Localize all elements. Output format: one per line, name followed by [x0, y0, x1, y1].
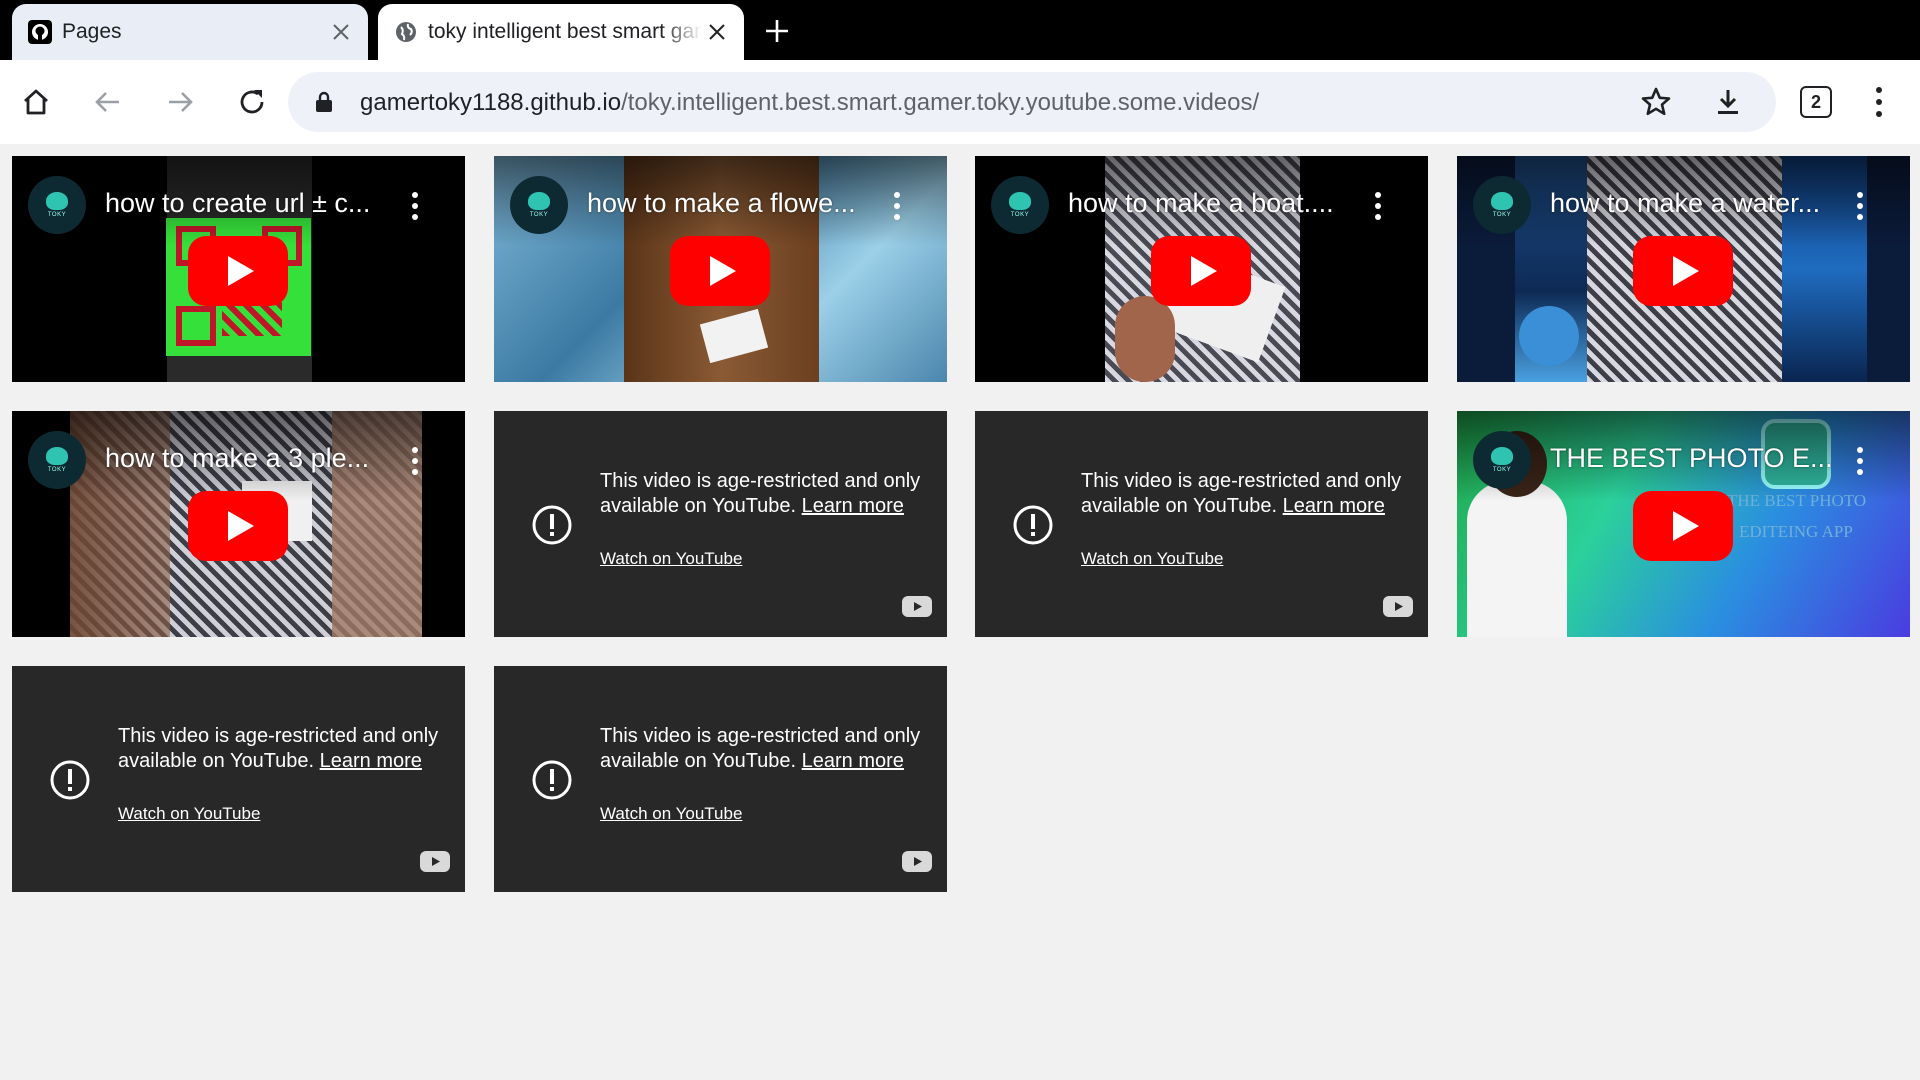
tab-videos[interactable]: toky intelligent best smart gamer toky y… — [378, 4, 744, 60]
url-host: gamertoky1188.github.io — [360, 89, 622, 116]
age-restricted-message: This video is age-restricted and only av… — [600, 469, 930, 519]
channel-avatar[interactable]: TOKY — [1473, 176, 1531, 234]
url-text[interactable]: gamertoky1188.github.io/toky.intelligent… — [360, 89, 1259, 117]
more-options-icon[interactable] — [893, 192, 901, 220]
warning-icon — [50, 760, 90, 800]
learn-more-link[interactable]: Learn more — [1283, 495, 1385, 517]
video-embed-4[interactable]: TOKY how to make a water... — [1457, 156, 1910, 382]
youtube-play-icon[interactable] — [1633, 491, 1733, 561]
video-embed-5[interactable]: TOKY how to make a 3 ple... — [12, 411, 465, 637]
forward-button[interactable] — [158, 80, 202, 124]
browser-menu-button[interactable] — [1864, 82, 1894, 122]
age-restricted-message: This video is age-restricted and only av… — [118, 724, 448, 774]
avatar-label: TOKY — [47, 467, 67, 473]
channel-avatar[interactable]: TOKY — [1473, 431, 1531, 489]
youtube-logo-icon[interactable] — [902, 851, 932, 872]
video-embed-8[interactable]: THE BEST PHOTO EDITEING APP TOKY THE BES… — [1457, 411, 1910, 637]
channel-avatar[interactable]: TOKY — [28, 176, 86, 234]
video-embed-1[interactable]: TOKY how to create url ± c... — [12, 156, 465, 382]
avatar-label: TOKY — [1492, 212, 1512, 218]
back-button[interactable] — [86, 80, 130, 124]
youtube-play-icon[interactable] — [1151, 236, 1251, 306]
video-title[interactable]: how to make a flowe... — [587, 188, 856, 219]
more-options-icon[interactable] — [1374, 192, 1382, 220]
download-icon[interactable] — [1712, 86, 1744, 118]
youtube-play-icon[interactable] — [188, 236, 288, 306]
tab-pages[interactable]: Pages — [12, 4, 368, 60]
channel-avatar[interactable]: TOKY — [991, 176, 1049, 234]
warning-icon — [532, 505, 572, 545]
learn-more-link[interactable]: Learn more — [802, 495, 904, 517]
warning-icon — [532, 760, 572, 800]
globe-icon — [394, 20, 418, 44]
video-embed-9[interactable]: This video is age-restricted and only av… — [12, 666, 465, 892]
watch-on-youtube-link[interactable]: Watch on YouTube — [118, 804, 260, 824]
watch-on-youtube-link[interactable]: Watch on YouTube — [600, 804, 742, 824]
reload-button[interactable] — [230, 80, 274, 124]
home-icon — [24, 89, 48, 115]
channel-avatar[interactable]: TOKY — [510, 176, 568, 234]
github-icon — [28, 20, 52, 44]
warning-icon — [1013, 505, 1053, 545]
close-icon[interactable] — [702, 17, 732, 47]
youtube-play-icon[interactable] — [188, 491, 288, 561]
close-icon[interactable] — [326, 17, 356, 47]
watch-on-youtube-link[interactable]: Watch on YouTube — [1081, 549, 1223, 569]
tab-switcher-button[interactable]: 2 — [1800, 86, 1832, 118]
avatar-label: TOKY — [1492, 467, 1512, 473]
watch-on-youtube-link[interactable]: Watch on YouTube — [600, 549, 742, 569]
learn-more-link[interactable]: Learn more — [802, 750, 904, 772]
video-embed-6[interactable]: This video is age-restricted and only av… — [494, 411, 947, 637]
avatar-label: TOKY — [47, 212, 67, 218]
toolbar: gamertoky1188.github.io/toky.intelligent… — [0, 60, 1920, 144]
bookmark-star-icon[interactable] — [1640, 86, 1672, 118]
home-button[interactable] — [14, 80, 58, 124]
video-grid: TOKY how to create url ± c... TOKY how t… — [0, 144, 1920, 1080]
tab-title: Pages — [62, 20, 122, 43]
video-embed-10[interactable]: This video is age-restricted and only av… — [494, 666, 947, 892]
reload-icon — [240, 90, 264, 114]
youtube-logo-icon[interactable] — [902, 596, 932, 617]
video-embed-2[interactable]: TOKY how to make a flowe... — [494, 156, 947, 382]
video-title[interactable]: how to make a 3 ple... — [105, 443, 369, 474]
avatar-label: TOKY — [1010, 212, 1030, 218]
url-path: /toky.intelligent.best.smart.gamer.toky.… — [621, 89, 1260, 116]
learn-more-link[interactable]: Learn more — [320, 750, 422, 772]
arrow-left-icon — [95, 92, 119, 112]
video-title[interactable]: how to create url ± c... — [105, 188, 370, 219]
tab-title: toky intelligent best smart gamer toky y… — [428, 20, 702, 43]
youtube-play-icon[interactable] — [670, 236, 770, 306]
tab-strip: Pages toky intelligent best smart gamer … — [0, 0, 1920, 60]
youtube-logo-icon[interactable] — [1383, 596, 1413, 617]
age-restricted-message: This video is age-restricted and only av… — [600, 724, 930, 774]
video-embed-3[interactable]: TOKY how to make a boat.... — [975, 156, 1428, 382]
avatar-label: TOKY — [529, 212, 549, 218]
thumbnail-overlay-text-2: EDITEING APP — [1739, 522, 1853, 541]
video-title[interactable]: THE BEST PHOTO E... — [1550, 443, 1833, 474]
video-title[interactable]: how to make a boat.... — [1068, 188, 1334, 219]
youtube-play-icon[interactable] — [1633, 236, 1733, 306]
video-embed-7[interactable]: This video is age-restricted and only av… — [975, 411, 1428, 637]
age-restricted-message: This video is age-restricted and only av… — [1081, 469, 1411, 519]
arrow-right-icon — [169, 92, 193, 112]
youtube-logo-icon[interactable] — [420, 851, 450, 872]
more-options-icon[interactable] — [1856, 447, 1864, 475]
new-tab-button[interactable] — [762, 16, 792, 46]
lock-icon — [312, 90, 336, 114]
plus-icon — [766, 20, 788, 42]
channel-avatar[interactable]: TOKY — [28, 431, 86, 489]
more-options-icon[interactable] — [1856, 192, 1864, 220]
more-options-icon[interactable] — [411, 447, 419, 475]
address-bar[interactable]: gamertoky1188.github.io/toky.intelligent… — [288, 72, 1776, 132]
more-options-icon[interactable] — [411, 192, 419, 220]
video-title[interactable]: how to make a water... — [1550, 188, 1820, 219]
